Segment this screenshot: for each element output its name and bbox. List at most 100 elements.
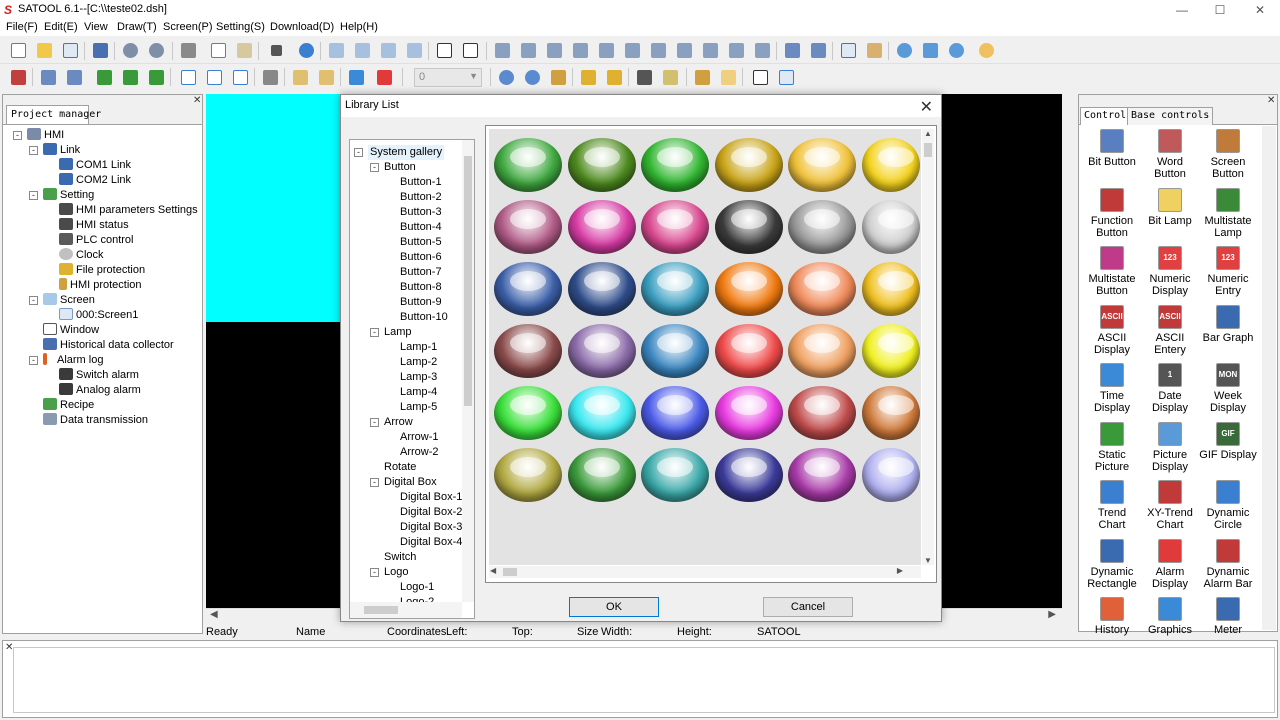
on-icon[interactable] bbox=[346, 67, 366, 87]
gallery-button-r1-c1[interactable] bbox=[494, 138, 562, 192]
tree-item-window[interactable]: Window bbox=[43, 323, 99, 338]
control-numeric-display[interactable]: 123 Numeric Display bbox=[1141, 246, 1199, 297]
compile-icon[interactable] bbox=[178, 67, 198, 87]
open-folder-icon[interactable] bbox=[34, 40, 54, 60]
gallery-button-r5-c5[interactable] bbox=[788, 386, 856, 440]
gallery-tree-item-digital-box[interactable]: Digital Box bbox=[384, 475, 437, 490]
layer-down-icon[interactable] bbox=[404, 40, 424, 60]
zoom-in-icon[interactable] bbox=[894, 40, 914, 60]
gallery-tree-item-arrow[interactable]: Arrow bbox=[384, 415, 413, 430]
tree-item-switch-alarm[interactable]: Switch alarm bbox=[59, 368, 139, 383]
tree-item-screen1[interactable]: 000:Screen1 bbox=[59, 308, 138, 323]
send-back-icon[interactable] bbox=[352, 40, 372, 60]
gallery-tree-horizontal-scrollbar[interactable] bbox=[350, 602, 462, 618]
menu-setting[interactable]: Setting(S) bbox=[216, 21, 265, 33]
gallery-tree-item-button-2[interactable]: Button-2 bbox=[400, 190, 442, 205]
minimize-button[interactable]: — bbox=[1162, 0, 1202, 20]
cancel-button[interactable]: Cancel bbox=[763, 597, 853, 617]
state-select[interactable]: 0 ▼ bbox=[414, 68, 482, 87]
gallery-button-r1-c3[interactable] bbox=[641, 138, 709, 192]
tree-item-hmi-protection[interactable]: HMI protection bbox=[59, 278, 142, 293]
gallery-tree-item-logo[interactable]: Logo bbox=[384, 565, 408, 580]
import-icon[interactable] bbox=[776, 67, 796, 87]
gallery-button-r3-c4[interactable] bbox=[714, 262, 783, 316]
picture-icon[interactable] bbox=[290, 67, 310, 87]
gallery-tree-item-button-7[interactable]: Button-7 bbox=[400, 265, 442, 280]
collapse-icon[interactable]: - bbox=[29, 191, 38, 200]
gallery-button-r3-c2[interactable] bbox=[567, 262, 636, 316]
save-icon[interactable] bbox=[90, 40, 110, 60]
tab-base-controls[interactable]: Base controls bbox=[1127, 107, 1214, 125]
tool-icon-1[interactable] bbox=[8, 67, 28, 87]
gallery-tree-item-logo-1[interactable]: Logo-1 bbox=[400, 580, 434, 595]
control-ascii-display[interactable]: ASCII ASCII Display bbox=[1083, 304, 1141, 356]
tree-item-hmi-status[interactable]: HMI status bbox=[59, 218, 129, 233]
screen-prev-icon[interactable] bbox=[38, 67, 58, 87]
zoom-fit-icon[interactable] bbox=[920, 40, 940, 60]
gallery-tree-item-lamp-5[interactable]: Lamp-5 bbox=[400, 400, 437, 415]
gallery-tree-item-rotate[interactable]: Rotate bbox=[384, 460, 416, 475]
refresh-icon[interactable] bbox=[296, 40, 316, 60]
control-function-button[interactable]: Function Button bbox=[1083, 187, 1141, 239]
scroll-thumb[interactable] bbox=[503, 568, 517, 576]
control-meter[interactable]: Meter bbox=[1199, 597, 1257, 636]
hand-icon[interactable] bbox=[976, 40, 996, 60]
control-xy-trend-chart[interactable]: XY-Trend Chart bbox=[1141, 480, 1199, 531]
control-gif-display[interactable]: GIF GIF Display bbox=[1199, 421, 1257, 461]
flip-v-icon[interactable] bbox=[808, 40, 828, 60]
close-icon[interactable]: ✕ bbox=[1267, 95, 1275, 106]
upload-icon[interactable] bbox=[120, 67, 140, 87]
collapse-icon[interactable]: - bbox=[370, 418, 379, 427]
tree-item-com1[interactable]: COM1 Link bbox=[59, 158, 131, 173]
control-dynamic-rectangle[interactable]: Dynamic Rectangle bbox=[1083, 538, 1141, 590]
ok-button[interactable]: OK bbox=[569, 597, 659, 617]
scroll-right-icon[interactable]: ▶ bbox=[1048, 609, 1056, 620]
gallery-tree-item-button-8[interactable]: Button-8 bbox=[400, 280, 442, 295]
gallery-button-r2-c3[interactable] bbox=[641, 200, 709, 254]
gallery-tree-item-lamp-1[interactable]: Lamp-1 bbox=[400, 340, 437, 355]
gallery-tree-item-button-4[interactable]: Button-4 bbox=[400, 220, 442, 235]
collapse-icon[interactable]: - bbox=[370, 478, 379, 487]
gallery-button-r1-c6[interactable] bbox=[861, 138, 920, 192]
align-left-icon[interactable] bbox=[492, 40, 512, 60]
gallery-tree-item-arrow-2[interactable]: Arrow-2 bbox=[400, 445, 439, 460]
gallery-tree-item-digital-box-2[interactable]: Digital Box-2 bbox=[400, 505, 462, 520]
control-numeric-entry[interactable]: 123 Numeric Entry bbox=[1199, 246, 1257, 297]
gallery-button-r3-c5[interactable] bbox=[788, 262, 856, 316]
unlock-icon[interactable] bbox=[604, 67, 624, 87]
gallery-tree-item-switch[interactable]: Switch bbox=[384, 550, 416, 565]
output-area[interactable] bbox=[13, 647, 1275, 713]
gallery-button-r1-c4[interactable] bbox=[714, 138, 783, 192]
new-file-icon[interactable] bbox=[8, 40, 28, 60]
space-icon[interactable] bbox=[752, 40, 772, 60]
tree-item-data-transmission[interactable]: Data transmission bbox=[43, 413, 148, 428]
control-dynamic-circle[interactable]: Dynamic Circle bbox=[1199, 480, 1257, 531]
control-alarm-display[interactable]: Alarm Display bbox=[1141, 538, 1199, 590]
new-screen-icon[interactable] bbox=[60, 40, 80, 60]
paste-icon[interactable] bbox=[234, 40, 254, 60]
tree-item-plc-control[interactable]: PLC control bbox=[59, 233, 133, 248]
delete-icon[interactable] bbox=[266, 40, 286, 60]
distribute-h-icon[interactable] bbox=[700, 40, 720, 60]
canvas-object[interactable] bbox=[206, 94, 340, 322]
gallery-button-r5-c6[interactable] bbox=[861, 386, 920, 440]
gallery-button-r4-c1[interactable] bbox=[494, 324, 562, 378]
tree-item-link[interactable]: Link bbox=[43, 143, 80, 158]
zoom-out-icon[interactable] bbox=[946, 40, 966, 60]
same-width-icon[interactable] bbox=[648, 40, 668, 60]
menu-screen[interactable]: Screen(P) bbox=[163, 21, 213, 33]
export-icon[interactable] bbox=[718, 67, 738, 87]
gallery-tree-item-digital-box-1[interactable]: Digital Box-1 bbox=[400, 490, 462, 505]
scroll-right-icon[interactable]: ▶ bbox=[897, 566, 903, 575]
control-multistate-button[interactable]: Multistate Button bbox=[1083, 246, 1141, 297]
ruler-icon[interactable] bbox=[864, 40, 884, 60]
gallery-tree-item-button-3[interactable]: Button-3 bbox=[400, 205, 442, 220]
gallery-button-r4-c3[interactable] bbox=[641, 324, 709, 378]
control-time-display[interactable]: Time Display bbox=[1083, 363, 1141, 414]
gallery-tree-item-lamp-3[interactable]: Lamp-3 bbox=[400, 370, 437, 385]
collapse-icon[interactable]: - bbox=[370, 568, 379, 577]
gallery-button-r6-c2[interactable] bbox=[567, 448, 636, 502]
control-picture-display[interactable]: Picture Display bbox=[1141, 421, 1199, 473]
gallery-tree-item-lamp-2[interactable]: Lamp-2 bbox=[400, 355, 437, 370]
gallery-button-r3-c3[interactable] bbox=[641, 262, 709, 316]
